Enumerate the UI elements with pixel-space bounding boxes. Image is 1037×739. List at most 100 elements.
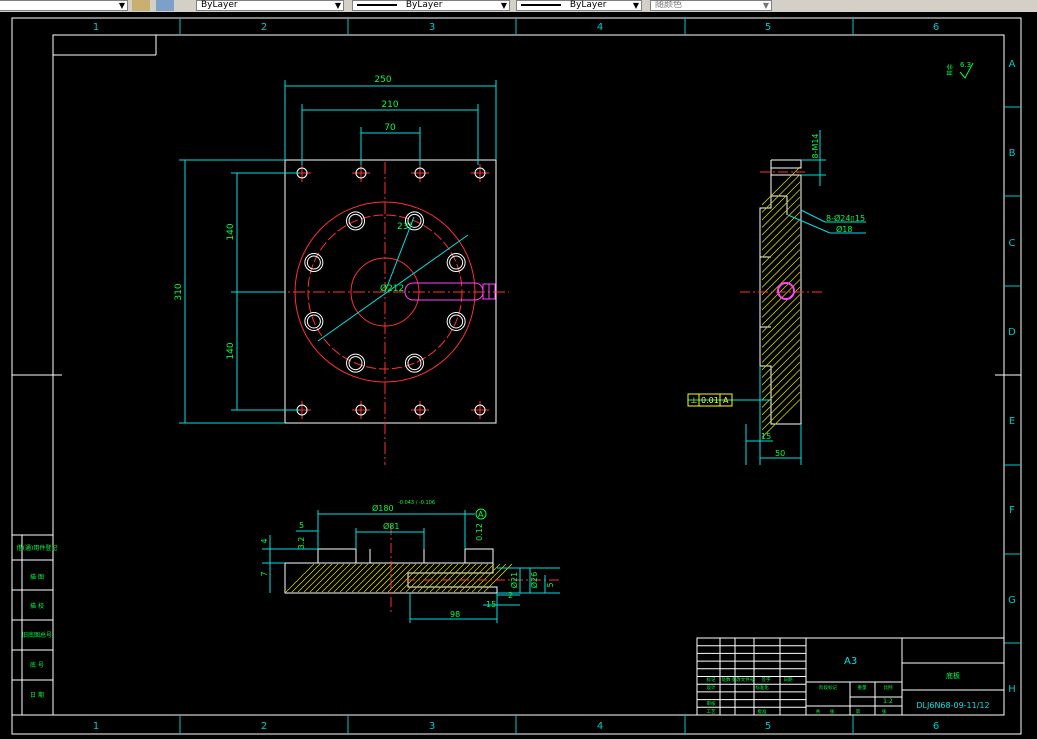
dim-7: 7 — [260, 571, 269, 576]
dim-dia212: Ø212 — [380, 283, 404, 294]
tb-label-sign: 签字 — [762, 676, 771, 683]
zone-col-3-bottom: 3 — [429, 721, 435, 732]
tb-label-sheet-no: 第 — [856, 708, 861, 715]
dim-250: 250 — [374, 75, 391, 85]
paper-size: A3 — [844, 656, 857, 667]
tb-label-process: 工艺 — [707, 709, 716, 715]
plotstyle-dropdown-value: 随颜色 — [655, 0, 683, 10]
tb-label-stage: 阶段标记 — [819, 684, 837, 691]
part-name: 底板 — [946, 671, 960, 680]
linetype-dropdown[interactable]: ByLayer ▼ — [352, 0, 510, 11]
zone-row-c: C — [1009, 238, 1016, 249]
chevron-down-icon: ▼ — [334, 1, 341, 10]
tb-label-change: 更改文件号 — [732, 676, 755, 683]
zone-col-2: 2 — [261, 22, 267, 33]
linetype-dropdown-value: ByLayer — [405, 0, 443, 10]
stamp-date: 日 期 — [30, 691, 44, 699]
tb-label-standard: 标准化 — [755, 684, 769, 691]
canvas-background — [0, 12, 1037, 739]
zone-col-2-bottom: 2 — [261, 721, 267, 732]
layer-states-icon[interactable] — [156, 0, 174, 11]
zone-row-h: H — [1008, 684, 1016, 695]
zone-row-a: A — [1009, 59, 1016, 70]
tb-label-mark: 标记 — [707, 676, 716, 683]
zone-col-5: 5 — [765, 22, 771, 33]
zone-col-4: 4 — [597, 22, 603, 33]
dim-bore-tolerance: -0.043 / -0.106 — [398, 500, 435, 506]
scale-value: 1:2 — [883, 698, 893, 705]
zone-col-1-bottom: 1 — [93, 721, 99, 732]
dim-310: 310 — [174, 283, 184, 300]
lineweight-dropdown-value: ByLayer — [569, 0, 607, 10]
dim-81: Ø81 — [383, 521, 399, 531]
zone-row-g: G — [1008, 595, 1016, 606]
dim-5: 5 — [299, 521, 304, 530]
tb-label-sheets: 张 — [830, 708, 835, 715]
tolerance-datum: A — [723, 396, 729, 405]
tb-label-review: 审核 — [707, 700, 716, 707]
color-dropdown[interactable]: ByLayer ▼ — [196, 0, 344, 11]
color-dropdown-value: ByLayer — [201, 0, 238, 10]
chevron-down-icon: ▼ — [632, 1, 639, 10]
dim-15-section: 15 — [486, 600, 496, 609]
dim-26: Ø26 — [529, 572, 539, 588]
zone-row-d: D — [1008, 327, 1016, 338]
linetype-swatch — [357, 3, 397, 6]
dim-thru-hole: Ø18 — [836, 224, 852, 234]
tb-label-design: 设计 — [707, 684, 716, 691]
dim-21: Ø21 — [509, 572, 519, 588]
plotstyle-dropdown[interactable]: 随颜色 ▼ — [650, 0, 772, 11]
dim-2: 2 — [508, 591, 513, 600]
chevron-down-icon: ▼ — [762, 1, 769, 10]
dim-counterbore: 8-Ø24▯15 — [826, 213, 865, 223]
zone-row-f: F — [1009, 505, 1015, 516]
dim-140-top: 140 — [226, 223, 236, 240]
chevron-down-icon: ▼ — [118, 1, 125, 10]
surface-finish-value: 6.3 — [960, 61, 971, 69]
stamp-old-number: 旧底图总号 — [22, 631, 52, 639]
dim-70: 70 — [384, 123, 396, 133]
stamp-tracing: 描 图 — [30, 573, 44, 581]
stamp-base-number: 底 号 — [30, 661, 44, 669]
zone-col-4-bottom: 4 — [597, 721, 603, 732]
dim-5-small: 5 — [546, 582, 555, 587]
tb-label-approve: 批准 — [758, 708, 767, 715]
tb-label-weight: 重量 — [858, 684, 867, 691]
tb-label-sheet: 张 — [882, 708, 887, 715]
layer-tools-icon[interactable] — [132, 0, 150, 11]
dim-bore: Ø180 — [372, 503, 394, 513]
perpendicular-icon: ⊥ — [691, 396, 698, 405]
zone-col-6-bottom: 6 — [933, 721, 939, 732]
zone-col-6: 6 — [933, 22, 939, 33]
dim-98: 98 — [450, 610, 460, 619]
layer-dropdown[interactable]: ByLayer ▼ — [0, 0, 128, 11]
zone-col-3: 3 — [429, 22, 435, 33]
dim-3-2: 3.2 — [297, 537, 306, 550]
dim-15-side: 15 — [761, 432, 771, 441]
surface-finish-note: 其余 — [946, 64, 954, 76]
dim-210: 210 — [381, 100, 398, 110]
dim-4: 4 — [260, 538, 269, 543]
dim-0-12: 0.12 — [475, 523, 484, 541]
zone-row-b: B — [1009, 148, 1016, 159]
lineweight-swatch — [521, 3, 561, 6]
drawing-canvas[interactable]: 1 2 3 4 5 6 1 2 3 4 5 6 A B C D E F G H — [0, 12, 1037, 739]
tb-label-date: 日期 — [784, 677, 793, 683]
chevron-down-icon: ▼ — [500, 1, 507, 10]
dim-140-bottom: 140 — [226, 342, 236, 359]
tb-label-total: 共 — [816, 708, 821, 715]
datum-a-label: A — [478, 510, 484, 519]
zone-col-1: 1 — [93, 22, 99, 33]
dim-angle: 23° — [397, 222, 413, 232]
tb-label-scale: 比例 — [884, 684, 893, 691]
dim-50-side: 50 — [775, 449, 785, 458]
tb-label-count: 处数 — [722, 676, 731, 683]
zone-row-e: E — [1009, 416, 1015, 427]
stamp-borrowed-part: 借(通)用件登记 — [17, 544, 58, 552]
dim-8-m14: 8-M14 — [811, 133, 820, 158]
drawing-number: DLJ6N68-09-11/12 — [916, 701, 989, 710]
zone-col-5-bottom: 5 — [765, 721, 771, 732]
lineweight-dropdown[interactable]: ByLayer ▼ — [516, 0, 642, 11]
tolerance-value: 0.01 — [701, 396, 719, 405]
stamp-check: 描 校 — [30, 602, 44, 610]
